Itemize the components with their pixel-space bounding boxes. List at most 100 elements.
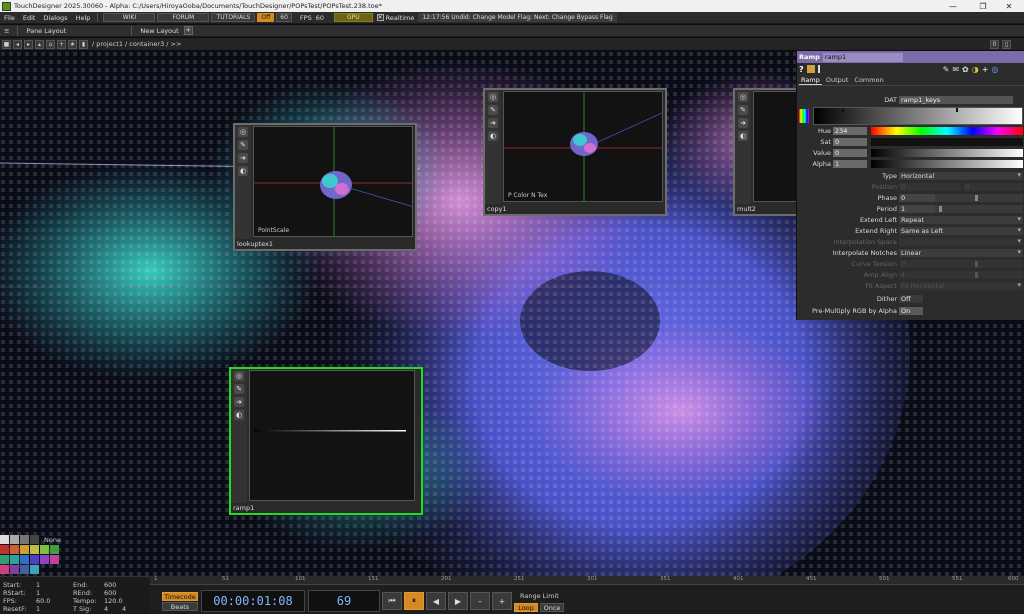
menu-file[interactable]: File	[0, 14, 19, 22]
arrow-icon[interactable]: ➜	[238, 153, 248, 163]
viewer-active-icon[interactable]: ◎	[488, 92, 498, 102]
interp-notches-menu[interactable]: Linear	[899, 248, 1023, 257]
once-button[interactable]: Once	[540, 603, 564, 612]
premultiply-toggle[interactable]: On	[899, 307, 923, 315]
swatch[interactable]	[50, 545, 59, 554]
node-name[interactable]: copy1	[487, 205, 507, 213]
help-button[interactable]: ?	[799, 65, 804, 74]
cook-icon[interactable]: ◐	[488, 131, 498, 141]
swatch[interactable]	[10, 565, 19, 574]
edit-icon[interactable]: ✎	[738, 105, 748, 115]
timecode-button[interactable]: Timecode	[162, 592, 198, 601]
comment-icon[interactable]: ✉	[952, 65, 959, 74]
swatch[interactable]	[30, 545, 39, 554]
swatch[interactable]	[10, 555, 19, 564]
cook-icon[interactable]: ◐	[238, 166, 248, 176]
alpha-field[interactable]: 1	[833, 160, 867, 168]
hue-field[interactable]: 234	[833, 127, 867, 135]
pause-button[interactable]: ⏸	[404, 592, 424, 610]
curve-tension-slider[interactable]	[935, 260, 1023, 268]
rend-value[interactable]: 600	[104, 589, 116, 597]
network-path[interactable]: / project1 / container3 / >>	[92, 40, 181, 48]
viewer-active-icon[interactable]: ◎	[234, 371, 244, 381]
add-layout-button[interactable]: +	[183, 26, 193, 35]
step-back-button[interactable]: ◀	[426, 592, 446, 610]
nav-forward-icon[interactable]: ▸	[24, 39, 33, 49]
tab-ramp[interactable]: Ramp	[799, 76, 822, 85]
tempo-value[interactable]: 120.0	[104, 597, 123, 605]
ramp-key-handle[interactable]	[842, 108, 844, 112]
edit-icon[interactable]: ✎	[234, 384, 244, 394]
minimize-button[interactable]: —	[940, 0, 966, 12]
ramp-key-handle[interactable]	[956, 108, 958, 112]
node-lookuptex[interactable]: ◎ ✎ ➜ ◐ PointScale lookuptex1	[233, 123, 417, 251]
gpu-button[interactable]: GPU	[333, 13, 373, 22]
target-icon[interactable]: ◎	[991, 65, 998, 74]
phase-field[interactable]: 0	[899, 194, 935, 202]
viewer-active-icon[interactable]: ◎	[738, 92, 748, 102]
pane-maximize-button[interactable]: ▯	[1002, 39, 1011, 49]
new-layout-button[interactable]: New Layout	[135, 27, 183, 35]
extend-right-menu[interactable]: Same as Left	[899, 226, 1023, 235]
dither-toggle[interactable]: Off	[899, 295, 923, 303]
menu-dialogs[interactable]: Dialogs	[39, 14, 71, 22]
edit-icon[interactable]: ✎	[943, 65, 950, 74]
realtime-off-button[interactable]: Off	[257, 13, 275, 22]
swatch[interactable]	[20, 555, 29, 564]
maximize-button[interactable]: ❐	[970, 0, 996, 12]
python-icon[interactable]: ✿	[962, 65, 969, 74]
pane-menu-icon[interactable]: ≡	[0, 27, 14, 35]
phase-slider[interactable]	[935, 194, 1023, 202]
increment-button[interactable]: +	[492, 592, 512, 610]
arrow-icon[interactable]: ➜	[738, 118, 748, 128]
end-value[interactable]: 600	[104, 581, 116, 589]
nav-up-icon[interactable]: ▴	[35, 39, 44, 49]
swatch[interactable]	[50, 555, 59, 564]
swatch[interactable]	[20, 535, 29, 544]
color-mode-icon[interactable]	[799, 109, 809, 123]
add-icon[interactable]: +	[57, 39, 66, 49]
swatch[interactable]	[0, 535, 9, 544]
sat-field[interactable]: 0	[833, 138, 867, 146]
node-viewer[interactable]	[249, 370, 415, 501]
menu-help[interactable]: Help	[72, 14, 95, 22]
step-forward-button[interactable]: ▶	[448, 592, 468, 610]
rstart-value[interactable]: 1	[36, 589, 40, 597]
cook-icon[interactable]: ◐	[234, 410, 244, 420]
beats-button[interactable]: Beats	[162, 602, 198, 611]
viewer-active-icon[interactable]: ◎	[238, 127, 248, 137]
node-name[interactable]: lookuptex1	[237, 240, 273, 248]
swatch[interactable]	[10, 535, 19, 544]
swatch[interactable]	[20, 545, 29, 554]
swatch[interactable]	[40, 555, 49, 564]
swatch[interactable]	[0, 565, 9, 574]
pane-layout-button[interactable]: Pane Layout	[21, 27, 71, 35]
interp-space-menu[interactable]	[899, 237, 1023, 246]
amp-align-field[interactable]: 4	[899, 271, 935, 279]
swatch[interactable]	[30, 555, 39, 564]
curve-tension-field[interactable]: 0	[899, 260, 935, 268]
edit-icon[interactable]: ✎	[238, 140, 248, 150]
edit-icon[interactable]: ✎	[488, 105, 498, 115]
timeline-ruler[interactable]: 1 51 101 151 201 251 301 351 401 451 501…	[150, 576, 1024, 585]
swatch[interactable]	[0, 555, 9, 564]
swatch[interactable]	[0, 545, 9, 554]
node-name[interactable]: mult2	[737, 205, 756, 213]
position-y-field[interactable]: 0	[963, 183, 1023, 191]
tsig-denominator[interactable]: 4	[122, 605, 126, 613]
add-icon[interactable]: +	[982, 65, 989, 74]
tab-output[interactable]: Output	[824, 76, 851, 84]
op-name-field[interactable]: ramp1	[822, 52, 903, 62]
swatch[interactable]	[40, 545, 49, 554]
value-slider[interactable]	[871, 149, 1023, 157]
tsig-numerator[interactable]: 4	[104, 605, 108, 613]
period-slider[interactable]	[935, 205, 1023, 213]
menu-edit[interactable]: Edit	[19, 14, 40, 22]
swatch[interactable]	[30, 565, 39, 574]
position-x-field[interactable]: 0	[899, 183, 961, 191]
star-icon[interactable]: ★	[68, 39, 77, 49]
tab-common[interactable]: Common	[852, 76, 885, 84]
pane-type-icon[interactable]: ■	[2, 39, 11, 49]
go-to-start-button[interactable]: ⏮	[382, 592, 402, 610]
swatch[interactable]	[10, 545, 19, 554]
